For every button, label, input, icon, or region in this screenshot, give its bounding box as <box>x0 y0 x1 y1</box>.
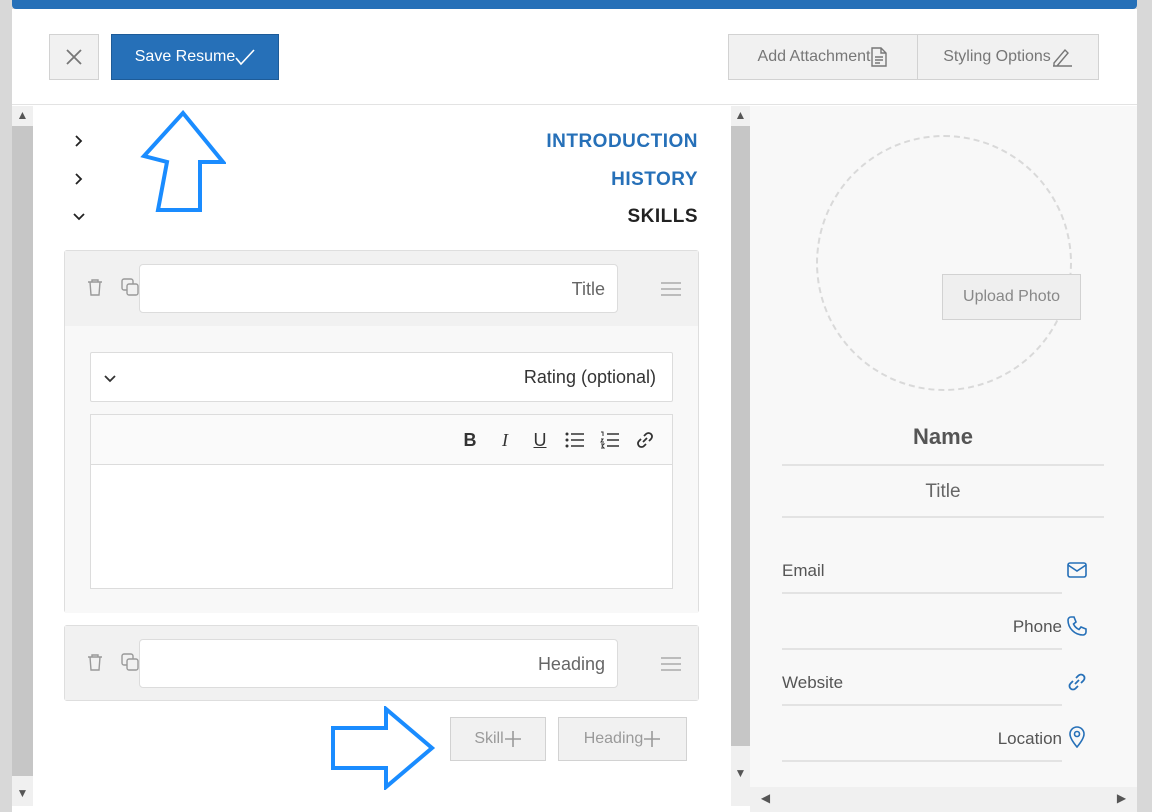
contact-website-label: Website <box>782 673 844 692</box>
description-editor[interactable]: B I U <box>90 414 673 589</box>
heading-card-header: Heading <box>65 626 698 700</box>
chevron-right-icon <box>75 135 83 147</box>
underline-button[interactable]: U <box>530 430 550 451</box>
close-icon <box>66 49 82 65</box>
chevron-right-icon <box>75 173 83 185</box>
divider <box>782 464 1104 466</box>
scroll-up-icon[interactable]: ▲ <box>731 108 750 122</box>
styling-options-button[interactable]: Styling Options <box>917 34 1099 80</box>
resume-preview-pane: Upload Photo Name Title Email Phone Webs… <box>750 106 1137 812</box>
add-heading-button[interactable]: Heading <box>558 717 687 761</box>
divider <box>782 760 1062 762</box>
left-scrollbar-thumb[interactable] <box>12 126 33 776</box>
contact-website[interactable]: Website <box>782 669 1086 699</box>
contact-email-label: Email <box>782 561 825 580</box>
skill-card: Title Rating (optional) B I U <box>64 250 699 613</box>
editor-toolbar: B I U <box>91 415 672 465</box>
trash-icon[interactable] <box>85 277 105 297</box>
section-title-history: HISTORY <box>611 169 698 190</box>
save-resume-label: Save Resume <box>134 48 236 65</box>
plus-icon <box>644 731 661 747</box>
save-resume-button[interactable]: Save Resume <box>111 34 279 80</box>
plus-icon <box>504 731 521 747</box>
section-title-skills: SKILLS <box>627 206 698 227</box>
add-attachment-label: Add Attachment <box>757 48 871 65</box>
mail-icon <box>1067 562 1087 578</box>
section-title-introduction: INTRODUCTION <box>546 131 698 152</box>
rating-select[interactable]: Rating (optional) <box>90 352 673 402</box>
drag-handle-icon[interactable] <box>661 281 681 297</box>
add-skill-label: Skill <box>474 730 504 747</box>
scroll-down-icon[interactable]: ▼ <box>731 766 750 780</box>
modal-top-bar <box>12 0 1137 9</box>
left-scrollbar[interactable]: ▲ ▼ <box>12 106 33 806</box>
upload-photo-button[interactable]: Upload Photo <box>942 274 1081 320</box>
divider <box>782 704 1062 706</box>
chevron-down-icon <box>73 213 85 221</box>
add-attachment-button[interactable]: Add Attachment <box>728 34 918 80</box>
link-icon <box>1068 673 1086 691</box>
location-icon <box>1069 726 1085 748</box>
contact-location[interactable]: Location <box>782 725 1085 755</box>
link-icon[interactable] <box>635 430 655 450</box>
pencil-icon <box>1052 48 1072 67</box>
contact-phone[interactable]: Phone <box>782 613 1087 643</box>
duplicate-icon[interactable] <box>120 652 140 672</box>
horizontal-scrollbar[interactable]: ◀ ▶ <box>750 787 1137 812</box>
skill-card-header: Title <box>65 251 698 326</box>
styling-options-label: Styling Options <box>943 48 1051 65</box>
middle-scrollbar[interactable]: ▲ ▼ <box>731 106 750 806</box>
italic-button[interactable]: I <box>495 430 515 451</box>
bullet-list-icon[interactable] <box>565 431 585 449</box>
chevron-down-icon <box>104 375 116 383</box>
photo-placeholder: Upload Photo <box>816 135 1081 391</box>
trash-icon[interactable] <box>85 652 105 672</box>
skill-title-input[interactable]: Title <box>139 264 618 313</box>
bold-button[interactable]: B <box>460 430 480 451</box>
divider <box>782 648 1062 650</box>
heading-card: Heading <box>64 625 699 701</box>
rating-label: Rating (optional) <box>523 367 656 387</box>
duplicate-icon[interactable] <box>120 277 140 297</box>
scroll-left-icon[interactable]: ◀ <box>756 791 775 805</box>
divider <box>782 516 1104 518</box>
contact-location-label: Location <box>997 729 1062 748</box>
document-icon <box>871 47 888 67</box>
check-icon <box>235 49 255 66</box>
highlight-arrow-up-icon <box>140 110 226 212</box>
profile-name[interactable]: Name <box>782 424 1104 450</box>
close-button[interactable] <box>49 34 99 80</box>
add-skill-button[interactable]: Skill <box>450 717 546 761</box>
divider <box>782 592 1062 594</box>
numbered-list-icon[interactable] <box>600 431 620 449</box>
scroll-up-icon[interactable]: ▲ <box>13 108 32 122</box>
heading-title-input[interactable]: Heading <box>139 639 618 688</box>
middle-scrollbar-thumb[interactable] <box>731 126 750 746</box>
scroll-down-icon[interactable]: ▼ <box>13 786 32 800</box>
add-heading-label: Heading <box>583 730 644 747</box>
modal-toolbar: Save Resume Add Attachment Styling Optio… <box>12 9 1137 105</box>
highlight-arrow-right-icon <box>331 706 436 790</box>
phone-icon <box>1067 616 1087 636</box>
drag-handle-icon[interactable] <box>661 656 681 672</box>
contact-phone-label: Phone <box>1012 617 1062 636</box>
profile-title[interactable]: Title <box>782 481 1104 503</box>
scroll-right-icon[interactable]: ▶ <box>1112 791 1131 805</box>
skill-card-body: Rating (optional) B I U <box>65 326 698 613</box>
contact-email[interactable]: Email <box>782 557 1087 587</box>
